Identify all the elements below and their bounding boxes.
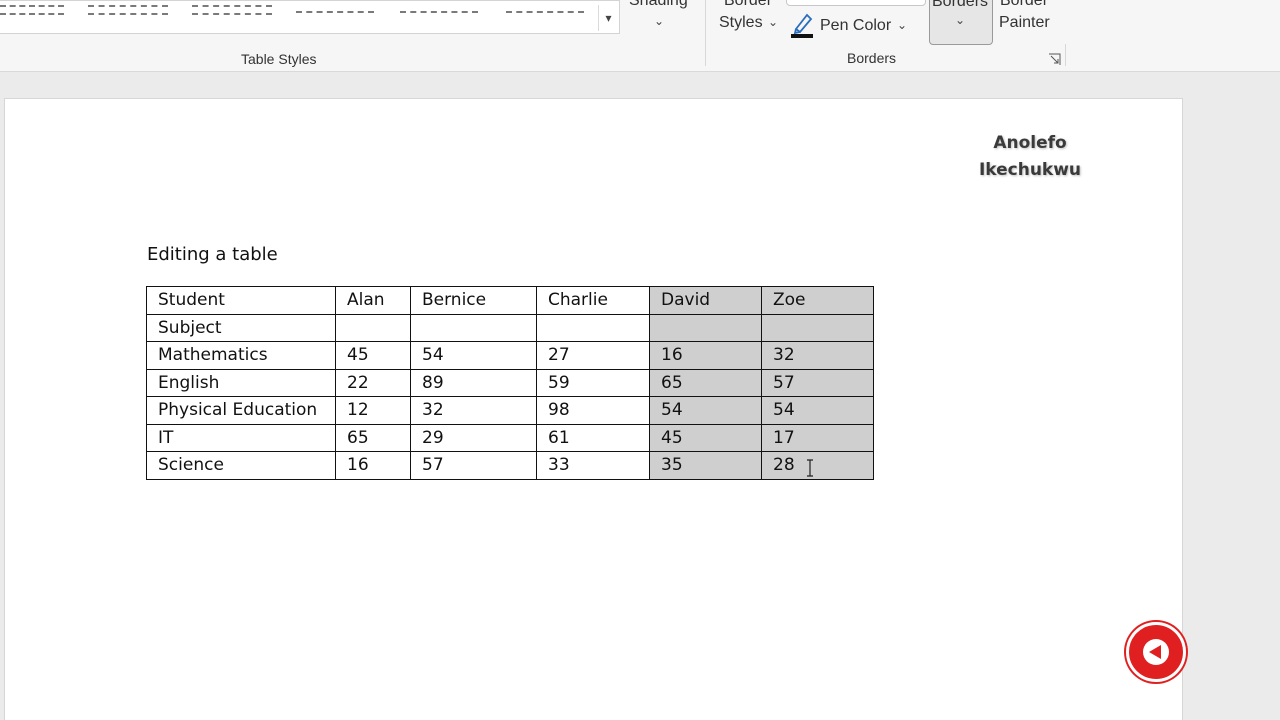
table-row: IT 65 29 61 45 17 <box>146 423 874 452</box>
table-cell[interactable]: 65 <box>335 423 411 452</box>
borders-button[interactable]: Borders ⌄ <box>929 0 993 45</box>
table-cell[interactable]: 27 <box>536 341 650 370</box>
dialog-launcher-icon[interactable] <box>1048 53 1061 66</box>
table-row: Mathematics 45 54 27 16 32 <box>146 341 874 370</box>
pen-color-chevron-down-icon[interactable]: ⌄ <box>897 18 907 32</box>
pen-color-label[interactable]: Pen Color <box>820 17 891 35</box>
table-cell[interactable]: 45 <box>335 341 411 370</box>
table-styles-group-label: Table Styles <box>241 51 317 67</box>
table-cell-selected[interactable]: 28 <box>761 451 874 480</box>
table-cell[interactable]: 98 <box>536 396 650 425</box>
student-scores-table[interactable]: Student Alan Bernice Charlie David Zoe S… <box>146 286 874 480</box>
table-cell[interactable] <box>410 313 537 342</box>
shading-label[interactable]: Shading <box>629 0 688 10</box>
pen-color-icon[interactable] <box>790 11 816 39</box>
pen-weight-dropdown[interactable] <box>786 0 926 6</box>
table-cell[interactable]: Bernice <box>410 286 537 315</box>
ribbon-separator-right <box>1065 44 1066 66</box>
table-row: Subject <box>146 313 874 342</box>
borders-label: Borders <box>932 0 989 10</box>
table-cell[interactable]: 54 <box>410 341 537 370</box>
recorder-badge-inner <box>1143 639 1169 665</box>
border-styles-label-line2[interactable]: Styles <box>719 14 763 32</box>
table-style-thumb-1[interactable] <box>0 1 64 19</box>
watermark-line-1: Anolefo <box>993 133 1067 153</box>
table-style-thumb-2[interactable] <box>88 1 168 19</box>
table-cell[interactable]: Subject <box>146 313 336 342</box>
table-cell-selected[interactable]: 17 <box>761 423 874 452</box>
table-style-thumb-6[interactable] <box>506 1 584 19</box>
table-cell[interactable]: 59 <box>536 368 650 397</box>
border-styles-chevron-down-icon[interactable]: ⌄ <box>768 15 778 29</box>
table-cell[interactable]: Science <box>146 451 336 480</box>
table-cell[interactable]: 61 <box>536 423 650 452</box>
table-cell[interactable]: Charlie <box>536 286 650 315</box>
recorder-badge-arrow <box>1149 645 1161 659</box>
table-cell[interactable]: English <box>146 368 336 397</box>
table-cell-selected[interactable] <box>649 313 762 342</box>
table-cell-selected[interactable]: 16 <box>649 341 762 370</box>
table-style-thumb-5[interactable] <box>400 1 478 19</box>
table-cell[interactable]: 22 <box>335 368 411 397</box>
table-cell[interactable]: 89 <box>410 368 537 397</box>
table-cell[interactable]: 12 <box>335 396 411 425</box>
table-cell[interactable] <box>335 313 411 342</box>
table-cell-selected[interactable]: 32 <box>761 341 874 370</box>
table-cell-selected[interactable]: 57 <box>761 368 874 397</box>
table-styles-gallery[interactable]: ▾ <box>0 0 620 34</box>
table-row: English 22 89 59 65 57 <box>146 368 874 397</box>
author-watermark: Anolefo Ikechukwu <box>930 130 1130 184</box>
table-style-thumb-4[interactable] <box>296 1 374 19</box>
table-header-row: Student Alan Bernice Charlie David Zoe <box>146 286 874 315</box>
border-painter-label-line2[interactable]: Painter <box>999 14 1050 32</box>
table-cell[interactable]: 57 <box>410 451 537 480</box>
shading-chevron-down-icon[interactable]: ⌄ <box>654 14 664 28</box>
borders-chevron-down-icon: ⌄ <box>955 13 966 27</box>
document-heading[interactable]: Editing a table <box>147 244 278 265</box>
table-cell[interactable]: Mathematics <box>146 341 336 370</box>
table-style-thumb-3[interactable] <box>192 1 272 19</box>
borders-group-label: Borders <box>847 50 897 66</box>
ribbon-separator <box>705 0 706 66</box>
ribbon: ▾ Table Styles Shading ⌄ Border Styles ⌄… <box>0 0 1280 72</box>
table-cell[interactable]: 16 <box>335 451 411 480</box>
table-cell[interactable] <box>536 313 650 342</box>
table-cell-selected[interactable]: David <box>649 286 762 315</box>
text-cursor-icon <box>807 459 813 477</box>
table-row: Physical Education 12 32 98 54 54 <box>146 396 874 425</box>
table-cell-selected[interactable] <box>761 313 874 342</box>
table-cell[interactable]: 32 <box>410 396 537 425</box>
border-styles-label-line1[interactable]: Border <box>724 0 772 10</box>
table-row: Science 16 57 33 35 28 <box>146 451 874 480</box>
recorder-badge-icon[interactable] <box>1126 622 1186 682</box>
table-cell[interactable]: IT <box>146 423 336 452</box>
gallery-more-icon[interactable]: ▾ <box>598 5 618 31</box>
watermark-line-2: Ikechukwu <box>978 160 1082 180</box>
table-cell-selected[interactable]: 54 <box>761 396 874 425</box>
table-cell[interactable]: 33 <box>536 451 650 480</box>
table-cell-selected[interactable]: 45 <box>649 423 762 452</box>
table-cell-selected[interactable]: 35 <box>649 451 762 480</box>
table-cell-selected[interactable]: Zoe <box>761 286 874 315</box>
table-cell[interactable]: Student <box>146 286 336 315</box>
table-cell[interactable]: Physical Education <box>146 396 336 425</box>
table-cell[interactable]: Alan <box>335 286 411 315</box>
table-cell-selected[interactable]: 54 <box>649 396 762 425</box>
table-cell[interactable]: 29 <box>410 423 537 452</box>
border-painter-label-line1[interactable]: Border <box>1000 0 1048 10</box>
table-cell-selected[interactable]: 65 <box>649 368 762 397</box>
